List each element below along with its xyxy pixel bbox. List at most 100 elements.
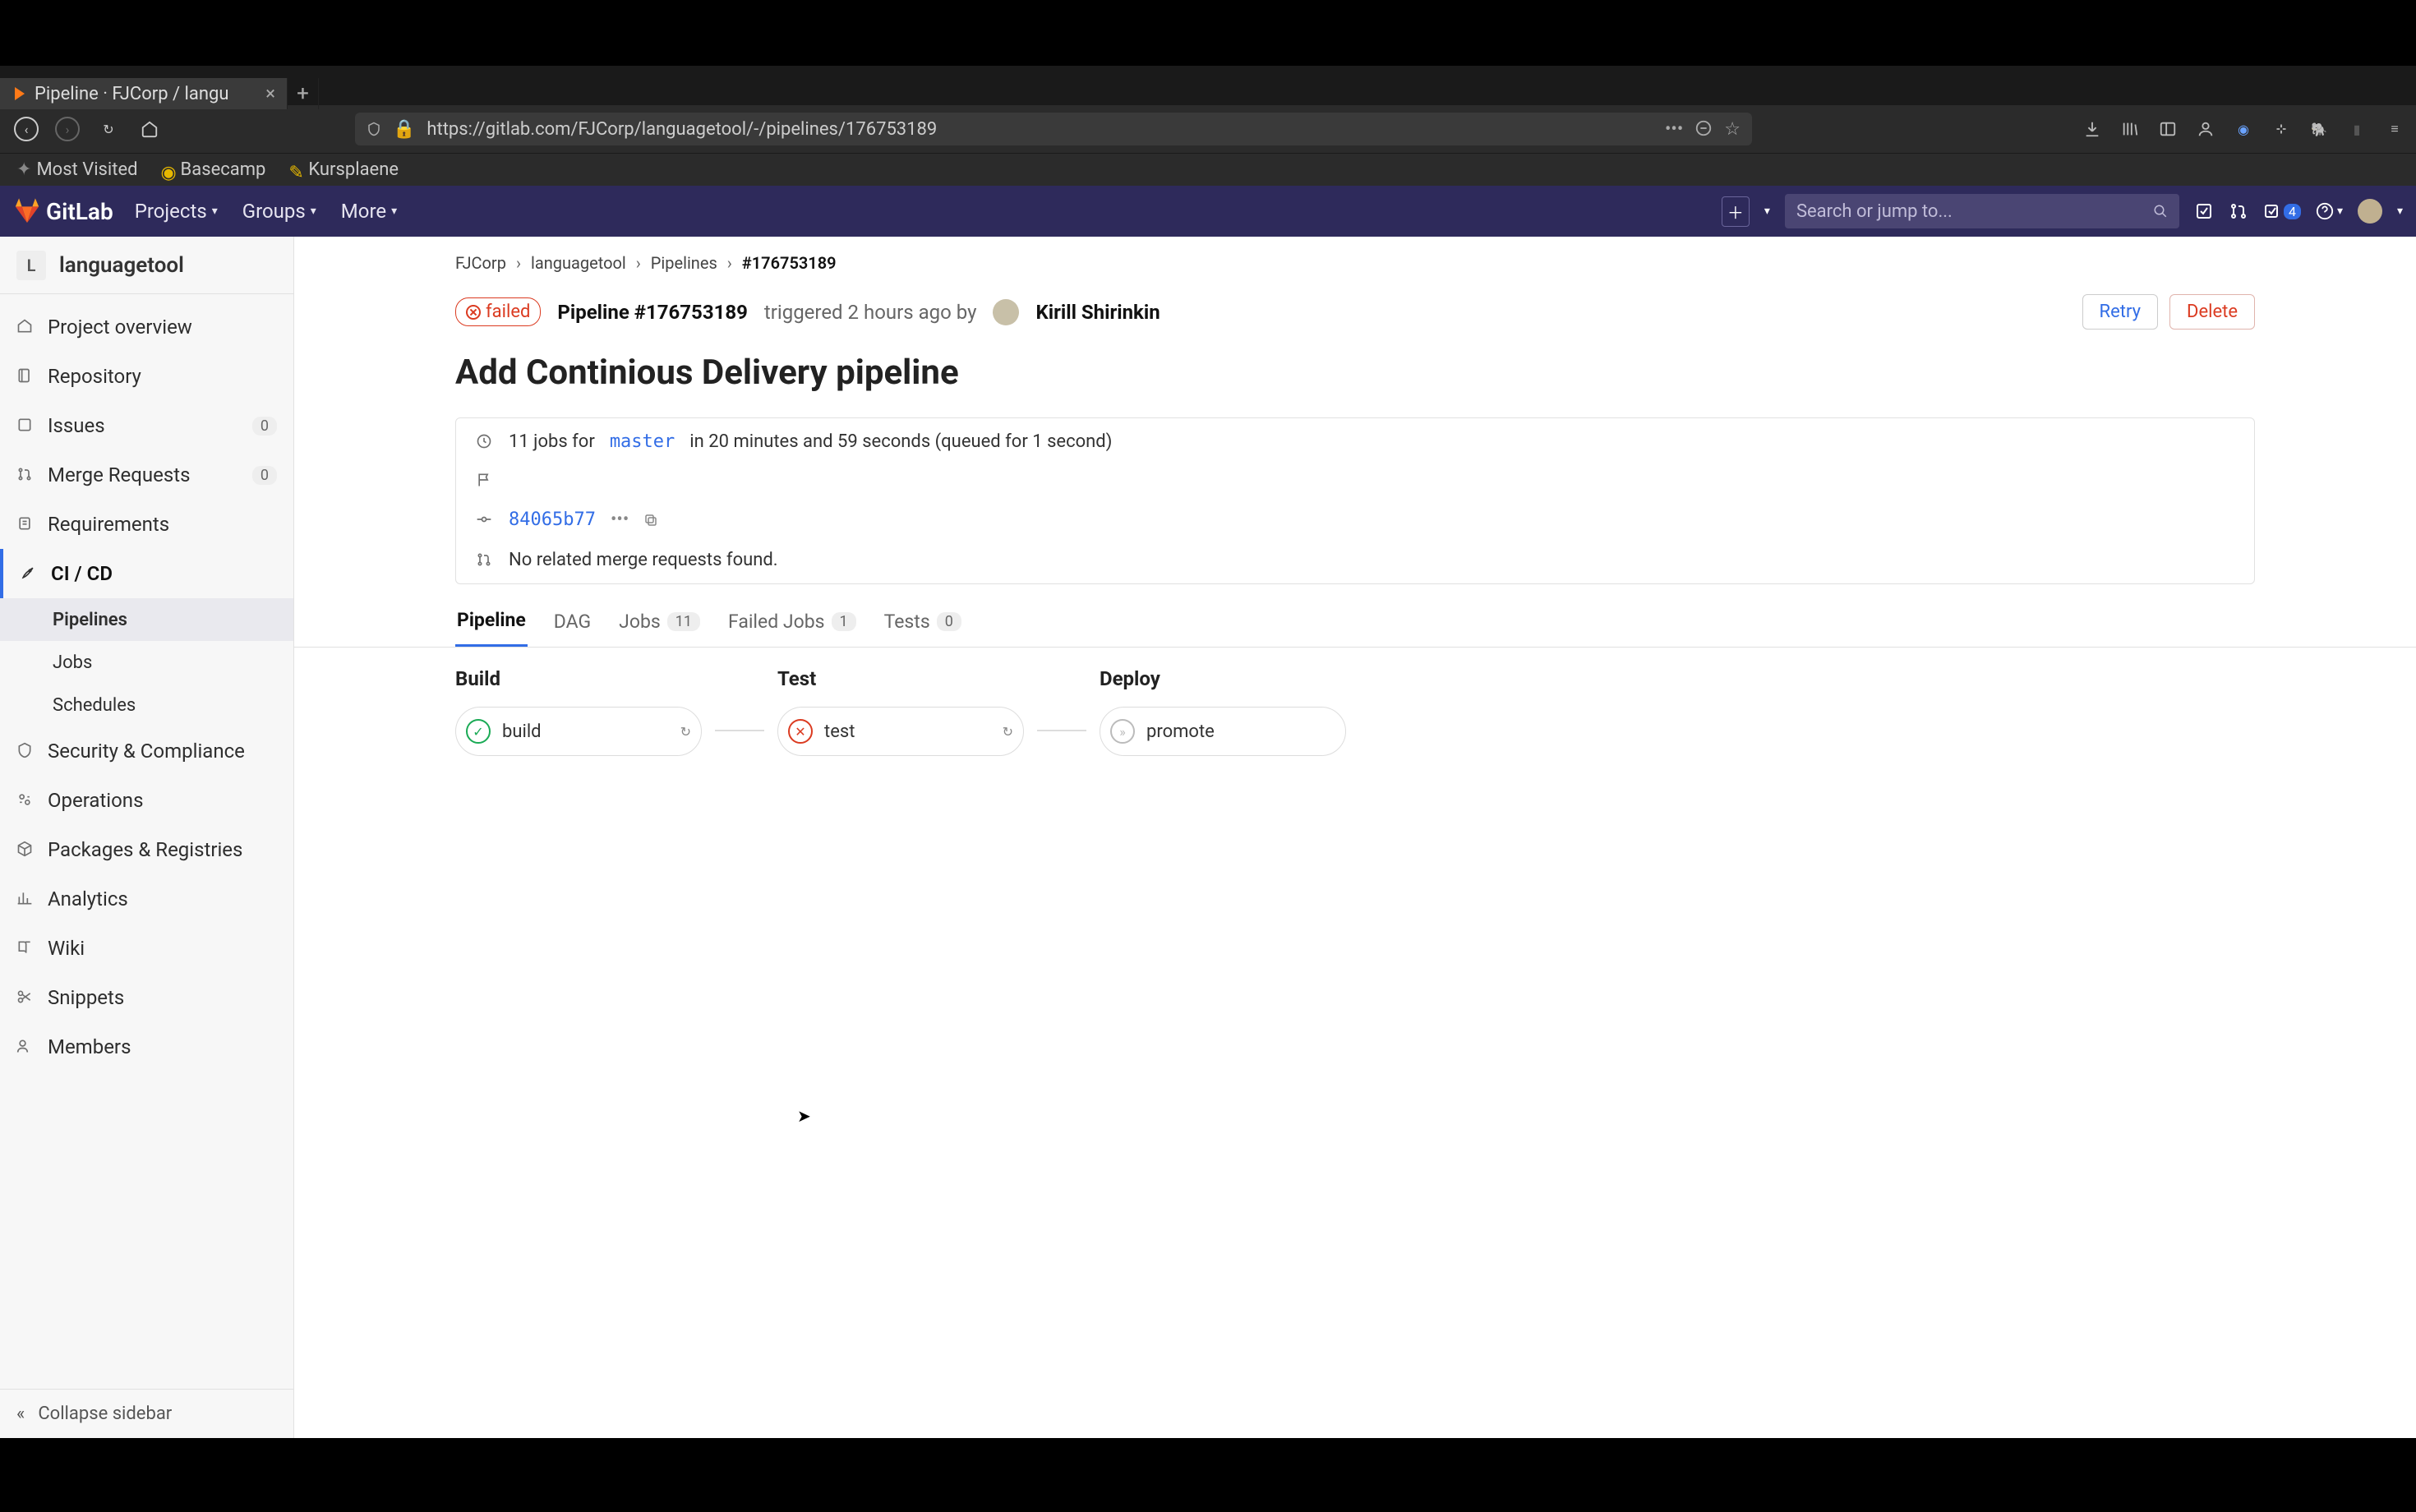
job-promote[interactable]: » promote [1100, 707, 1346, 756]
page-body: L languagetool Project overview Reposito… [0, 237, 2416, 1438]
sidebar-item-packages[interactable]: Packages & Registries [0, 825, 293, 874]
close-tab-icon[interactable]: × [265, 84, 275, 104]
home-button[interactable] [133, 113, 166, 145]
tab-tests[interactable]: Tests0 [883, 609, 963, 647]
nav-help-icon[interactable]: ▾ [2316, 202, 2343, 220]
shield-icon[interactable] [367, 121, 381, 137]
nav-plus-icon[interactable]: ＋ [1722, 196, 1750, 227]
collapse-sidebar[interactable]: « Collapse sidebar [0, 1389, 293, 1438]
nav-mr-icon[interactable] [2229, 201, 2248, 221]
evernote-icon[interactable]: 🐘 [2308, 118, 2331, 141]
shield-icon [16, 742, 35, 760]
reader-icon[interactable] [1694, 119, 1713, 140]
sidebar-item-repository[interactable]: Repository [0, 352, 293, 401]
project-name: languagetool [59, 253, 184, 278]
nav-projects[interactable]: Projects▾ [125, 200, 228, 223]
search-icon[interactable] [2153, 204, 2168, 219]
new-tab-button[interactable]: + [288, 78, 319, 109]
tab-dag[interactable]: DAG [552, 609, 592, 647]
url-text: https://gitlab.com/FJCorp/languagetool/-… [426, 119, 1653, 140]
ext-icon-2[interactable] [2270, 118, 2293, 141]
mr-icon [476, 551, 494, 569]
downloads-icon[interactable] [2081, 118, 2104, 141]
sidebar-toggle-icon[interactable] [2156, 118, 2179, 141]
toolbar-right: ◉ 🐘 ▮ ≡ [2081, 118, 2406, 141]
pipeline-id: Pipeline #176753189 [557, 301, 748, 324]
nav-user-avatar[interactable] [2358, 199, 2382, 224]
status-skipped-icon: » [1110, 719, 1135, 744]
job-test[interactable]: ✕ test ↻ [777, 707, 1024, 756]
sidebar-item-snippets[interactable]: Snippets [0, 973, 293, 1022]
repo-icon [16, 367, 35, 385]
stage-connector [1037, 730, 1086, 731]
retry-icon[interactable]: ↻ [680, 724, 691, 740]
crumb-project[interactable]: languagetool [531, 253, 626, 273]
gitlab-brand[interactable]: GitLab [46, 198, 113, 225]
sidebar-project-header[interactable]: L languagetool [0, 237, 293, 294]
account-icon[interactable] [2194, 118, 2217, 141]
nav-more[interactable]: More▾ [331, 200, 407, 223]
sidebar-item-security[interactable]: Security & Compliance [0, 726, 293, 776]
project-sidebar: L languagetool Project overview Reposito… [0, 237, 294, 1438]
chevron-down-icon: ▾ [311, 205, 316, 218]
sha-link[interactable]: 84065b77 [509, 509, 596, 530]
sidebar-item-wiki[interactable]: Wiki [0, 924, 293, 973]
sidebar-item-mr[interactable]: Merge Requests 0 [0, 450, 293, 500]
url-bar[interactable]: 🔒 https://gitlab.com/FJCorp/languagetool… [355, 113, 1752, 145]
sidebar-item-analytics[interactable]: Analytics [0, 874, 293, 924]
crumb-group[interactable]: FJCorp [455, 253, 506, 273]
sidebar-subitem-schedules[interactable]: Schedules [0, 684, 293, 726]
reload-button[interactable]: ↻ [92, 113, 125, 145]
status-pass-icon: ✓ [466, 719, 491, 744]
browser-tab[interactable]: Pipeline · FJCorp / langu × [0, 78, 288, 109]
page-content: GitLab Projects▾ Groups▾ More▾ ＋ ▾ Searc… [0, 186, 2416, 1438]
library-icon[interactable] [2119, 118, 2142, 141]
ext-icon-1[interactable]: ◉ [2232, 118, 2255, 141]
sidebar-subitem-jobs[interactable]: Jobs [0, 641, 293, 684]
stage-name: Test [777, 667, 1024, 690]
back-button[interactable]: ‹ [10, 113, 43, 145]
author-name[interactable]: Kirill Shirinkin [1035, 301, 1160, 324]
letterbox-bottom [0, 1438, 2416, 1512]
chevron-down-icon[interactable]: ▾ [1764, 205, 1770, 218]
branch-link[interactable]: master [610, 431, 675, 452]
job-build[interactable]: ✓ build ↻ [455, 707, 702, 756]
bookmark-basecamp[interactable]: ◉Basecamp [161, 159, 266, 180]
copy-sha-icon[interactable] [643, 513, 658, 528]
mouse-cursor: ➤ [797, 1106, 811, 1126]
sidebar-item-overview[interactable]: Project overview [0, 302, 293, 352]
chevron-down-icon[interactable]: ▾ [2397, 205, 2403, 218]
delete-button[interactable]: Delete [2169, 294, 2255, 330]
bookmark-star-icon[interactable]: ☆ [1724, 119, 1741, 140]
lock-icon[interactable]: 🔒 [393, 119, 415, 140]
scissors-icon [16, 989, 35, 1007]
sidebar-subitem-pipelines[interactable]: Pipelines [0, 598, 293, 641]
chevron-down-icon: ▾ [212, 205, 218, 218]
tab-failed-jobs[interactable]: Failed Jobs1 [726, 609, 858, 647]
nav-todos-icon[interactable]: 4 [2263, 201, 2301, 221]
sidebar-item-members[interactable]: Members [0, 1022, 293, 1072]
more-icon[interactable]: ••• [1665, 119, 1683, 140]
sidebar-item-cicd[interactable]: CI / CD [0, 549, 293, 598]
stage-name: Build [455, 667, 702, 690]
bookmark-kursplaene[interactable]: ✎Kursplaene [288, 159, 399, 180]
sha-more-icon[interactable]: ••• [611, 509, 629, 530]
ext-icon-3[interactable]: ▮ [2345, 118, 2368, 141]
gitlab-logo-icon[interactable] [13, 197, 41, 225]
author-avatar[interactable] [993, 299, 1019, 325]
global-search[interactable]: Search or jump to... [1785, 194, 2179, 228]
search-placeholder: Search or jump to... [1796, 201, 1953, 222]
sidebar-item-requirements[interactable]: Requirements [0, 500, 293, 549]
retry-button[interactable]: Retry [2082, 294, 2158, 330]
sidebar-item-operations[interactable]: Operations [0, 776, 293, 825]
retry-icon[interactable]: ↻ [1003, 724, 1013, 740]
hamburger-icon[interactable]: ≡ [2383, 118, 2406, 141]
bookmark-most-visited[interactable]: ✦Most Visited [16, 159, 138, 180]
crumb-current: #176753189 [742, 253, 837, 273]
crumb-section[interactable]: Pipelines [651, 253, 717, 273]
sidebar-item-issues[interactable]: Issues 0 [0, 401, 293, 450]
tab-pipeline[interactable]: Pipeline [455, 609, 528, 647]
nav-groups[interactable]: Groups▾ [233, 200, 326, 223]
tab-jobs[interactable]: Jobs11 [617, 609, 702, 647]
nav-issues-icon[interactable] [2194, 201, 2214, 221]
